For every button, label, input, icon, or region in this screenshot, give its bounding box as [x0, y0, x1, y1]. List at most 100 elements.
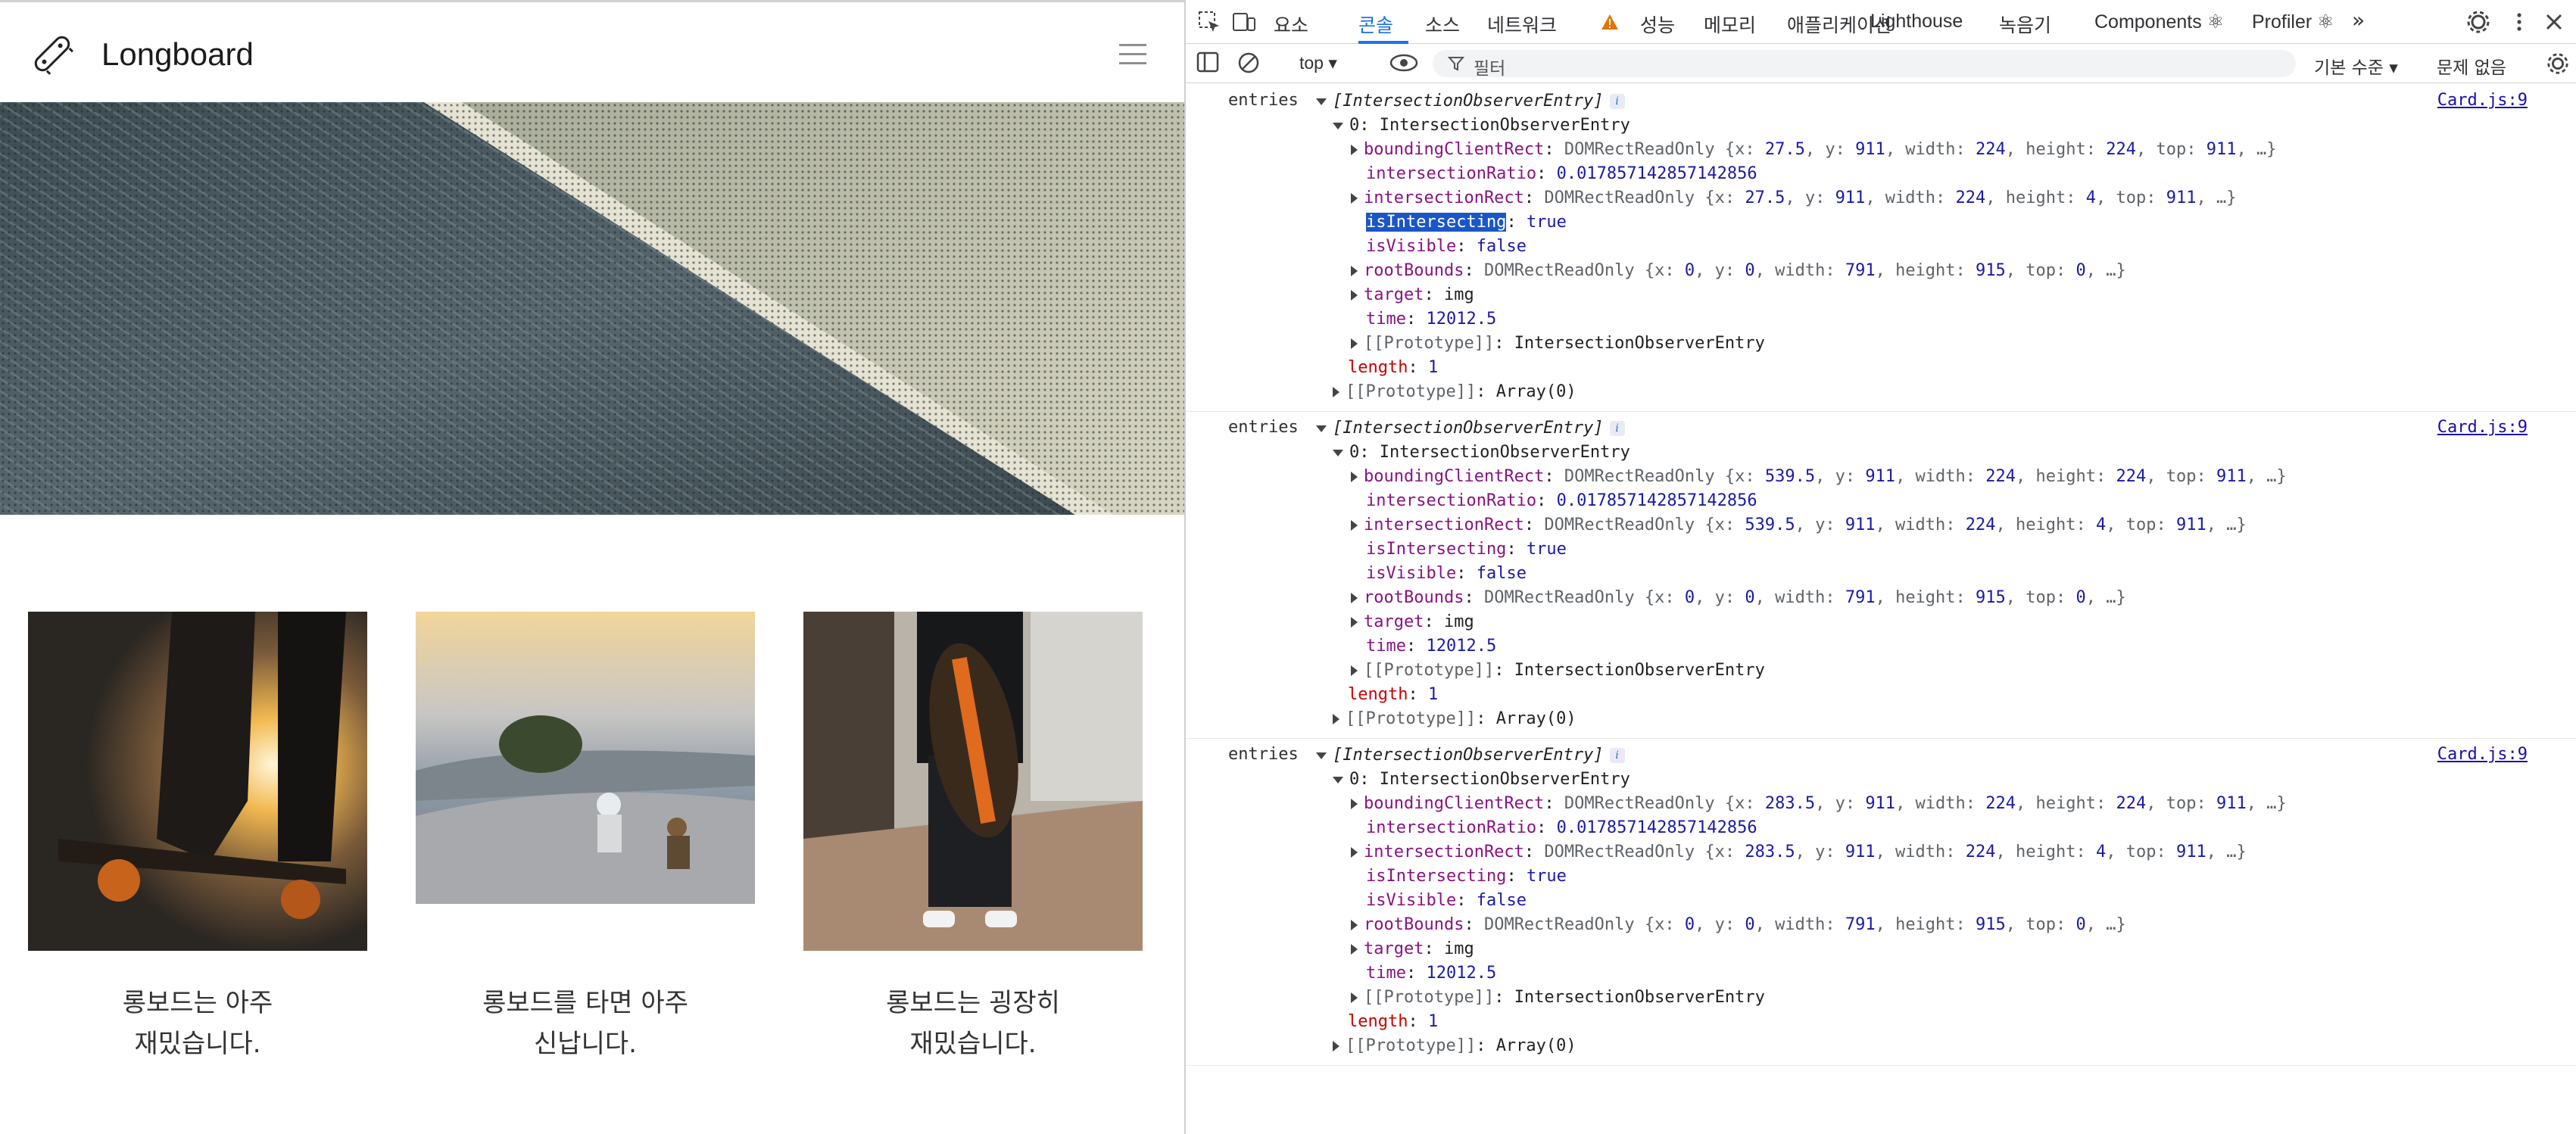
prop-time: time: 12012.5	[1366, 310, 1497, 329]
prop-rootBounds[interactable]: rootBounds: DOMRectReadOnly {x: 0, y: 0,…	[1351, 587, 2126, 609]
log-level-dropdown[interactable]: 기본 수준 ▾	[2314, 53, 2398, 79]
expand-triangle-icon[interactable]	[1333, 387, 1339, 397]
prop-boundingClientRect[interactable]: boundingClientRect: DOMRectReadOnly {x: …	[1351, 466, 2287, 488]
info-icon[interactable]: i	[1609, 748, 1625, 763]
expand-triangle-icon[interactable]	[1351, 472, 1358, 482]
log-source-link[interactable]: Card.js:9	[2437, 91, 2528, 110]
info-icon[interactable]: i	[1609, 421, 1625, 436]
prop-rootBounds[interactable]: rootBounds: DOMRectReadOnly {x: 0, y: 0,…	[1351, 260, 2126, 282]
card-title: 롱보드는 굉장히 재밌습니다.	[803, 983, 1143, 1064]
collapse-triangle-icon[interactable]	[1333, 122, 1343, 129]
card[interactable]: 롱보드는 아주 재밌습니다.	[28, 612, 367, 1064]
more-options-icon[interactable]	[2506, 9, 2532, 35]
expand-triangle-icon[interactable]	[1351, 193, 1358, 204]
info-icon[interactable]: i	[1609, 94, 1625, 109]
card-image-downhill-riders[interactable]	[416, 612, 755, 904]
page-preview: Longboard 롱보드는 아주 재밌습니다. 롱보드를 타면 아주 신납니다…	[0, 0, 1184, 1134]
collapse-triangle-icon[interactable]	[1316, 98, 1327, 105]
tab-recorder[interactable]: 녹음기	[1999, 11, 2051, 38]
expand-triangle-icon[interactable]	[1351, 920, 1358, 930]
prop-prototype-entry[interactable]: [[Prototype]]: IntersectionObserverEntry	[1351, 987, 1765, 1008]
card[interactable]: 롱보드는 굉장히 재밌습니다.	[803, 612, 1143, 1064]
expand-triangle-icon[interactable]	[1351, 665, 1358, 676]
console-log-entry[interactable]: entries Card.js:9 [IntersectionObserverEnt…	[1186, 85, 2576, 412]
expand-triangle-icon[interactable]	[1351, 266, 1358, 276]
tab-network[interactable]: 네트워크	[1487, 11, 1557, 38]
entry-header[interactable]: 0: IntersectionObserverEntry	[1333, 442, 1630, 463]
expand-triangle-icon[interactable]	[1351, 799, 1358, 809]
expand-triangle-icon[interactable]	[1351, 617, 1358, 628]
expand-triangle-icon[interactable]	[1351, 520, 1358, 531]
clear-console-icon[interactable]	[1237, 51, 1261, 74]
prop-intersectionRect[interactable]: intersectionRect: DOMRectReadOnly {x: 53…	[1351, 515, 2247, 536]
prop-target[interactable]: target: img	[1351, 939, 1474, 960]
tab-lighthouse[interactable]: Lighthouse	[1870, 11, 1963, 33]
brand-name[interactable]: Longboard	[101, 36, 254, 73]
prop-length: length: 1	[1348, 358, 1439, 377]
console-settings-icon[interactable]	[2546, 51, 2570, 76]
expand-triangle-icon[interactable]	[1351, 338, 1358, 349]
card-title: 롱보드는 아주 재밌습니다.	[28, 983, 367, 1064]
prop-target[interactable]: target: img	[1351, 285, 1474, 306]
inspect-element-icon[interactable]	[1196, 9, 1222, 35]
collapse-triangle-icon[interactable]	[1333, 776, 1343, 784]
prop-intersectionRect[interactable]: intersectionRect: DOMRectReadOnly {x: 28…	[1351, 842, 2247, 863]
prop-isVisible: isVisible: false	[1366, 237, 1527, 256]
expand-triangle-icon[interactable]	[1351, 145, 1358, 155]
filter-input[interactable]: 필터	[1433, 50, 2296, 79]
expand-triangle-icon[interactable]	[1351, 847, 1358, 858]
tab-memory[interactable]: 메모리	[1704, 11, 1756, 38]
prop-prototype-array[interactable]: [[Prototype]]: Array(0)	[1333, 1036, 1576, 1057]
prop-target[interactable]: target: img	[1351, 612, 1474, 633]
entry-header[interactable]: 0: IntersectionObserverEntry	[1333, 115, 1630, 136]
prop-prototype-entry[interactable]: [[Prototype]]: IntersectionObserverEntry	[1351, 660, 1765, 681]
device-toolbar-icon[interactable]	[1231, 9, 1257, 35]
array-header[interactable]: [IntersectionObserverEntry] i	[1316, 418, 1625, 439]
card-image-sunset-rider[interactable]	[28, 612, 367, 951]
tab-components[interactable]: Components ⚛	[2094, 11, 2224, 33]
collapse-triangle-icon[interactable]	[1316, 752, 1327, 759]
log-source-link[interactable]: Card.js:9	[2437, 418, 2528, 437]
log-source-link[interactable]: Card.js:9	[2437, 745, 2528, 764]
sidebar-toggle-icon[interactable]	[1196, 51, 1221, 74]
tab-performance[interactable]: 성능	[1640, 11, 1675, 38]
longboard-logo-icon[interactable]	[26, 27, 79, 80]
expand-triangle-icon[interactable]	[1351, 593, 1358, 603]
card[interactable]: 롱보드를 타면 아주 신납니다.	[416, 612, 755, 1064]
prop-intersectionRect[interactable]: intersectionRect: DOMRectReadOnly {x: 27…	[1351, 188, 2236, 209]
tab-sources[interactable]: 소스	[1425, 11, 1460, 38]
entry-header[interactable]: 0: IntersectionObserverEntry	[1333, 769, 1630, 790]
card-image-street-rider[interactable]	[803, 612, 1143, 951]
console-log-entry[interactable]: entries Card.js:9 [IntersectionObserverEnt…	[1186, 739, 2576, 1066]
context-selector[interactable]: top ▾	[1299, 53, 1337, 73]
expand-triangle-icon[interactable]	[1333, 1041, 1339, 1051]
array-header[interactable]: [IntersectionObserverEntry] i	[1316, 91, 1625, 112]
prop-prototype-array[interactable]: [[Prototype]]: Array(0)	[1333, 382, 1576, 403]
collapse-triangle-icon[interactable]	[1316, 425, 1327, 432]
card-title-line1: 롱보드는 아주	[122, 988, 273, 1018]
tab-elements[interactable]: 요소	[1274, 11, 1308, 38]
prop-boundingClientRect[interactable]: boundingClientRect: DOMRectReadOnly {x: …	[1351, 793, 2287, 815]
prop-rootBounds[interactable]: rootBounds: DOMRectReadOnly {x: 0, y: 0,…	[1351, 914, 2126, 936]
prop-intersectionRatio: intersectionRatio: 0.017857142857142856	[1366, 164, 1757, 183]
site-header: Longboard	[0, 5, 1184, 102]
prop-isIntersecting: isIntersecting: true	[1366, 213, 1567, 232]
expand-triangle-icon[interactable]	[1351, 290, 1358, 301]
console-log-entry[interactable]: entries Card.js:9 [IntersectionObserverEnt…	[1186, 412, 2576, 739]
expand-triangle-icon[interactable]	[1351, 944, 1358, 955]
prop-prototype-array[interactable]: [[Prototype]]: Array(0)	[1333, 709, 1576, 730]
collapse-triangle-icon[interactable]	[1333, 449, 1343, 456]
expand-triangle-icon[interactable]	[1351, 992, 1358, 1003]
close-icon[interactable]	[2541, 9, 2567, 35]
array-header[interactable]: [IntersectionObserverEntry] i	[1316, 745, 1625, 766]
prop-boundingClientRect[interactable]: boundingClientRect: DOMRectReadOnly {x: …	[1351, 139, 2276, 160]
expand-triangle-icon[interactable]	[1333, 714, 1339, 724]
prop-prototype-entry[interactable]: [[Prototype]]: IntersectionObserverEntry	[1351, 333, 1765, 354]
issues-counter[interactable]: 문제 없음	[2437, 53, 2506, 79]
tab-profiler[interactable]: Profiler ⚛	[2252, 11, 2334, 33]
hamburger-menu-icon[interactable]	[1119, 44, 1146, 65]
settings-gear-icon[interactable]	[2465, 9, 2491, 35]
more-tabs-icon[interactable]: »	[2352, 8, 2365, 33]
tab-console[interactable]: 콘솔	[1358, 11, 1393, 38]
live-expression-eye-icon[interactable]	[1389, 51, 1419, 74]
